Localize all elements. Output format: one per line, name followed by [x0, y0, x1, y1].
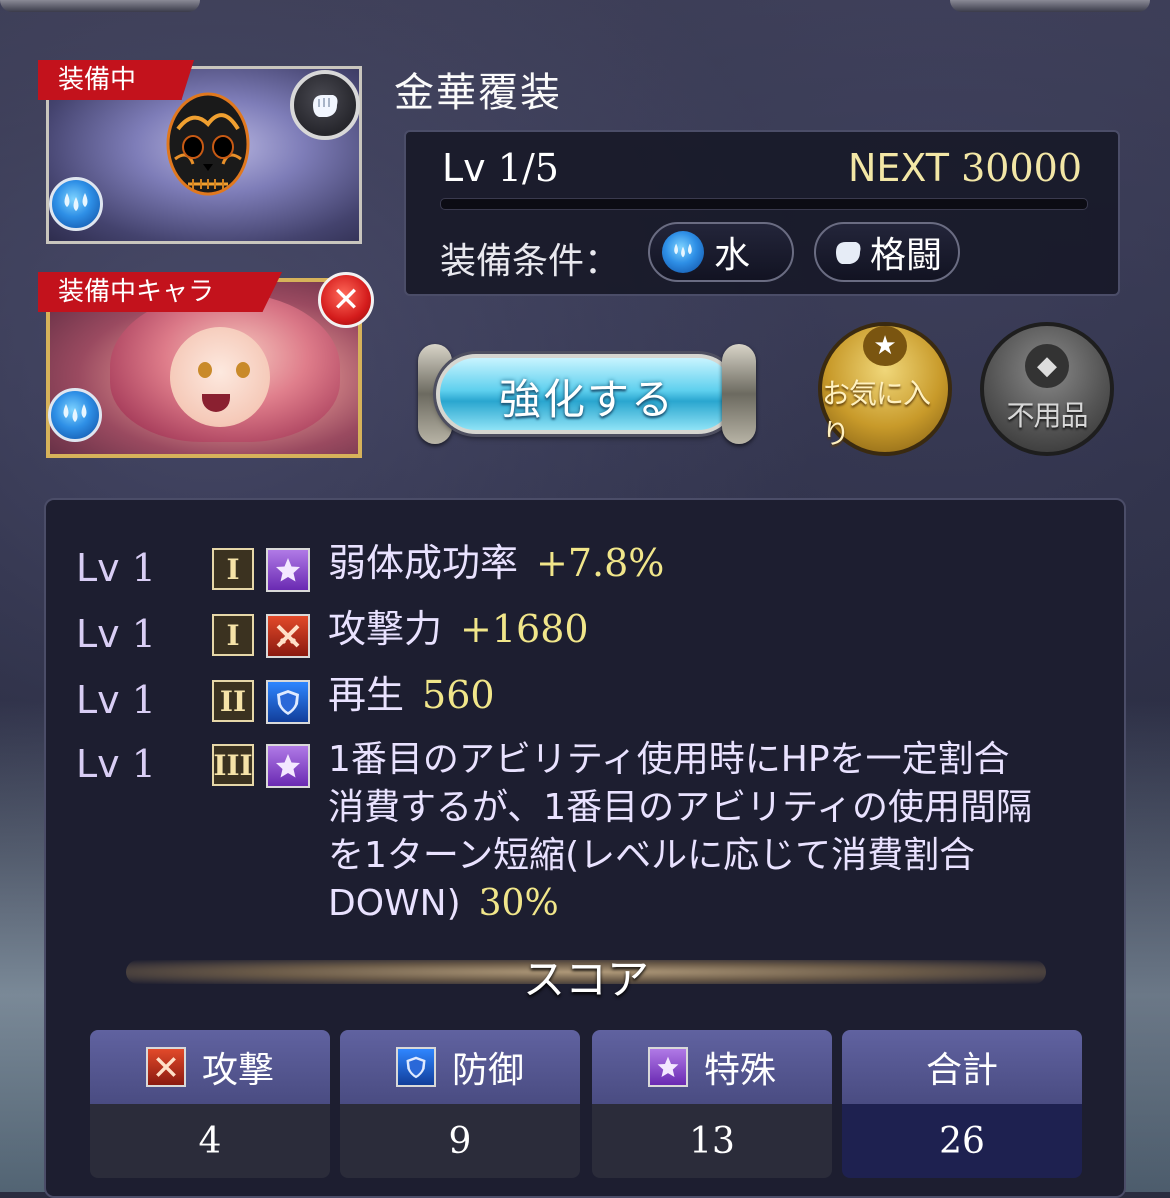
shards-icon: ◆ [1025, 344, 1069, 388]
skill-row: Lv 1 II 再生 560 [76, 672, 976, 728]
score-special-cell: 特殊 13 [592, 1030, 832, 1178]
score-total-cell: 合計 26 [842, 1030, 1082, 1178]
score-attack-cell: 攻撃 4 [90, 1030, 330, 1178]
star-icon [647, 1047, 688, 1087]
skill-description-line: 消費するが、1番目のアビリティの使用間隔 [328, 787, 1033, 828]
water-element-icon [48, 388, 102, 442]
equipped-character-badge: 装備中キャラ [38, 272, 282, 312]
condition-element-chip: 水 [648, 222, 794, 282]
score-special-header: 特殊 [592, 1030, 832, 1104]
character-face [170, 327, 270, 427]
glove-icon [290, 70, 360, 140]
next-exp-label: NEXT 30000 [848, 146, 1082, 190]
next-exp-value: 30000 [961, 146, 1082, 190]
special-star-icon [266, 744, 310, 788]
skill-description: 1番目のアビリティ使用時にHPを一定割合 消費するが、1番目のアビリティの使用間… [328, 736, 1108, 928]
skill-level: Lv 1 [76, 612, 156, 656]
attack-icon [145, 1047, 186, 1087]
skill-row: Lv 1 I 弱体成功率 +7.8% [76, 540, 976, 596]
level-label: Lv 1/5 [442, 146, 559, 190]
score-attack-label: 攻撃 [201, 1050, 274, 1091]
skill-value: +7.8% [536, 541, 665, 585]
score-special-label: 特殊 [703, 1050, 776, 1091]
level-value: 1/5 [497, 146, 559, 190]
close-icon: ✕ [331, 280, 361, 320]
skill-value: 30% [478, 883, 559, 924]
score-defense-value: 9 [340, 1104, 580, 1178]
score-attack-header: 攻撃 [90, 1030, 330, 1104]
enhance-button-label: 強化する [498, 375, 675, 424]
score-attack-value: 4 [90, 1104, 330, 1178]
star-icon: ★ [863, 326, 907, 366]
skill-name: 弱体成功率 [328, 541, 519, 585]
skill-description-line: 1番目のアビリティ使用時にHPを一定割合 [328, 739, 1010, 780]
top-ornament-left [0, 0, 200, 12]
junk-label: 不用品 [1006, 399, 1088, 432]
special-star-icon [266, 548, 310, 592]
skill-description: 攻撃力 +1680 [328, 606, 589, 652]
skill-rank-badge: II [212, 680, 254, 722]
skill-description: 弱体成功率 +7.8% [328, 540, 664, 586]
favorite-label: お気に入り [822, 377, 931, 450]
score-defense-label: 防御 [451, 1050, 524, 1091]
score-defense-cell: 防御 9 [340, 1030, 580, 1178]
junk-button[interactable]: ◆ 不用品 [980, 322, 1114, 456]
score-total-value: 26 [842, 1104, 1082, 1178]
shield-icon [395, 1047, 436, 1087]
unequip-close-button[interactable]: ✕ [318, 272, 374, 328]
attack-swords-icon [266, 614, 310, 658]
skill-value: 560 [422, 673, 495, 717]
condition-weapon-chip: 格闘 [814, 222, 960, 282]
condition-weapon-label: 格闘 [870, 235, 943, 276]
skill-name: 攻撃力 [328, 607, 443, 651]
water-element-icon [49, 177, 103, 231]
skill-level: Lv 1 [76, 678, 156, 722]
enhance-button[interactable]: 強化する [414, 340, 760, 448]
skill-name: 再生 [328, 673, 405, 717]
skill-row: Lv 1 III 1番目のアビリティ使用時にHPを一定割合 消費するが、1番目の… [76, 736, 1116, 926]
item-name: 金華覆装 [394, 70, 562, 116]
skull-mask-image [166, 92, 250, 196]
score-special-value: 13 [592, 1104, 832, 1178]
character-eye-left [198, 362, 212, 378]
skill-level: Lv 1 [76, 742, 156, 786]
skill-rank-badge: I [212, 548, 254, 590]
skill-description-line: DOWN) 30% [328, 883, 559, 924]
score-title: スコア [522, 955, 649, 1004]
score-total-header: 合計 [842, 1030, 1082, 1104]
skill-level: Lv 1 [76, 546, 156, 590]
favorite-button[interactable]: ★ お気に入り [818, 322, 952, 456]
glove-icon [826, 230, 870, 274]
skill-value: +1680 [460, 607, 589, 651]
water-icon [662, 231, 704, 273]
condition-element-label: 水 [714, 235, 751, 276]
character-eye-right [236, 362, 250, 378]
skill-rank-badge: I [212, 614, 254, 656]
score-header: スコア [126, 942, 1046, 1004]
skill-row: Lv 1 I 攻撃力 +1680 [76, 606, 976, 662]
defense-shield-icon [266, 680, 310, 724]
level-info-panel: Lv 1/5 NEXT 30000 装備条件： 水 格闘 [404, 130, 1120, 296]
skill-rank-badge: III [212, 744, 254, 786]
equip-condition-label: 装備条件： [440, 241, 621, 282]
equipped-badge: 装備中 [38, 60, 194, 100]
next-prefix: NEXT [848, 146, 950, 190]
score-defense-header: 防御 [340, 1030, 580, 1104]
top-ornament-right [950, 0, 1150, 12]
skills-panel: Lv 1 I 弱体成功率 +7.8% Lv 1 I 攻撃力 +1680 Lv 1 I… [44, 498, 1126, 1198]
exp-progress-bar [440, 198, 1088, 210]
score-total-label: 合計 [925, 1050, 998, 1091]
level-prefix: Lv [442, 146, 486, 190]
skill-description-line: を1ターン短縮(レベルに応じて消費割合 [328, 835, 976, 876]
skill-description: 再生 560 [328, 672, 495, 718]
